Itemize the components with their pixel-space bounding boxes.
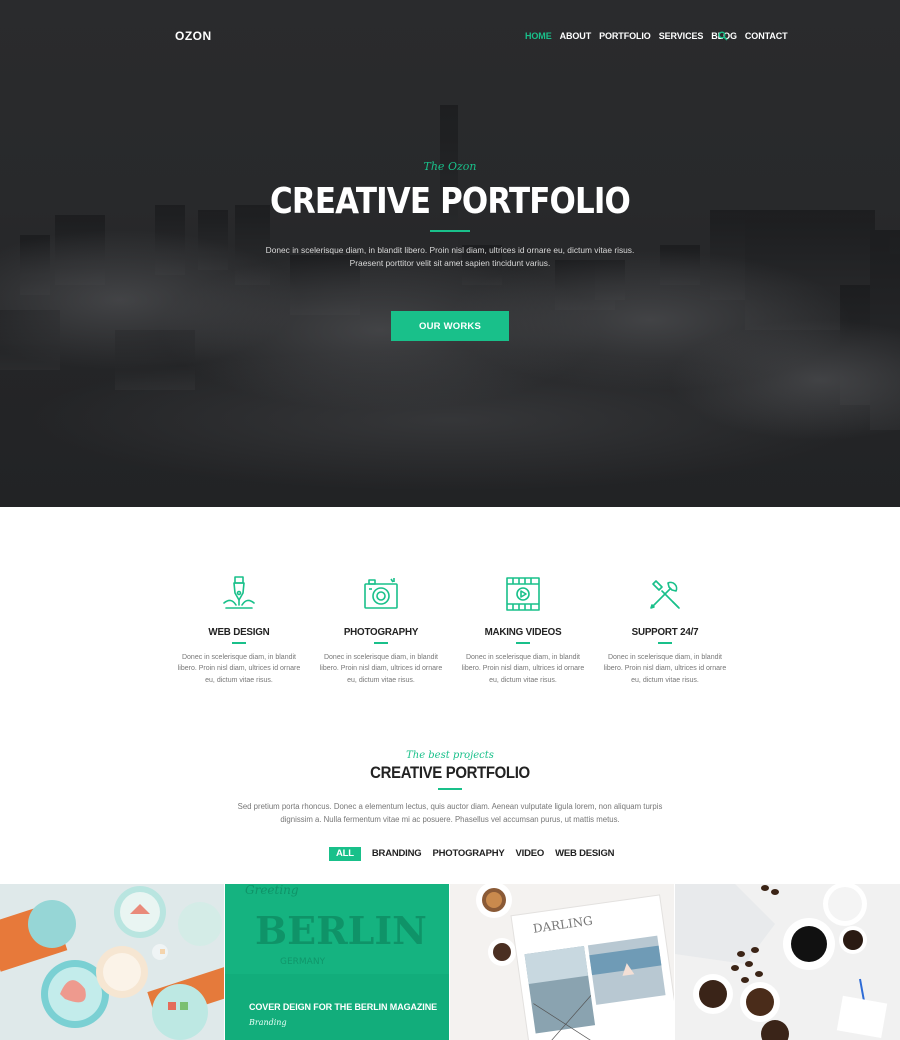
berlin-poster-image: BERLIN GERMANY Greeting [225, 884, 449, 1040]
portfolio-divider [438, 788, 462, 790]
portfolio-gallery: BERLIN GERMANY Greeting COVER DEIGN FOR … [0, 884, 900, 1040]
tools-icon [650, 580, 680, 609]
service-support: SUPPORT 24/7 Donec in scelerisque diam, … [594, 575, 736, 695]
camera-icon [364, 578, 398, 609]
top-navigation-bar: OZON HOME ABOUT PORTFOLIO SERVICES BLOG … [0, 0, 900, 72]
featured-title[interactable]: COVER DEIGN FOR THE BERLIN MAGAZINE [249, 1002, 437, 1012]
portfolio-item-berlin[interactable]: BERLIN GERMANY Greeting COVER DEIGN FOR … [225, 884, 449, 1040]
our-works-button[interactable]: OUR WORKS [391, 311, 509, 341]
filter-all[interactable]: ALL [329, 847, 361, 861]
pen-tool-icon [223, 576, 255, 609]
film-icon [506, 577, 540, 611]
service-web-design: WEB DESIGN Donec in scelerisque diam, in… [168, 575, 310, 695]
service-text: Donec in scelerisque diam, in blandit li… [319, 654, 443, 684]
berlin-text: BERLIN [255, 908, 427, 953]
nav-portfolio[interactable]: PORTFOLIO [599, 31, 651, 41]
portfolio-item-notebook[interactable]: DARLING [450, 884, 674, 1040]
service-title: MAKING VIDEOS [484, 627, 562, 638]
nav-services[interactable]: SERVICES [659, 31, 704, 41]
nav-about[interactable]: ABOUT [560, 31, 592, 41]
services-section: WEB DESIGN Donec in scelerisque diam, in… [168, 575, 738, 695]
logo[interactable]: OZON [175, 29, 212, 43]
portfolio-kicker: The best projects [406, 750, 494, 761]
nav-contact[interactable]: CONTACT [745, 31, 788, 41]
filter-branding[interactable]: BRANDING [372, 847, 422, 861]
service-photography: PHOTOGRAPHY Donec in scelerisque diam, i… [310, 575, 452, 695]
portfolio-header: The best projects CREATIVE PORTFOLIO Sed… [0, 750, 900, 826]
service-text: Donec in scelerisque diam, in blandit li… [603, 654, 727, 684]
hero-divider [430, 230, 470, 232]
service-making-videos: MAKING VIDEOS Donec in scelerisque diam,… [452, 575, 594, 695]
service-text: Donec in scelerisque diam, in blandit li… [461, 654, 585, 684]
hero-title: CREATIVE PORTFOLIO [270, 181, 631, 222]
featured-category: Branding [249, 1018, 287, 1027]
service-divider [516, 642, 530, 644]
service-divider [232, 642, 246, 644]
service-divider [374, 642, 388, 644]
filter-video[interactable]: VIDEO [516, 847, 545, 861]
hero-description: Donec in scelerisque diam, in blandit li… [0, 244, 900, 270]
hero-content: The Ozon CREATIVE PORTFOLIO Donec in sce… [0, 160, 900, 270]
portfolio-item-coffee[interactable] [675, 884, 900, 1040]
service-title: SUPPORT 24/7 [631, 627, 699, 638]
filter-photography[interactable]: PHOTOGRAPHY [432, 847, 504, 861]
hero-section: OZON HOME ABOUT PORTFOLIO SERVICES BLOG … [0, 0, 900, 507]
portfolio-item-badges[interactable] [0, 884, 224, 1040]
portfolio-filters: ALL BRANDING PHOTOGRAPHY VIDEO WEB DESIG… [329, 847, 625, 861]
service-title: PHOTOGRAPHY [343, 627, 419, 638]
service-title: WEB DESIGN [208, 627, 270, 638]
portfolio-title: CREATIVE PORTFOLIO [370, 763, 530, 782]
filter-web-design[interactable]: WEB DESIGN [555, 847, 614, 861]
hero-kicker: The Ozon [423, 160, 477, 173]
portfolio-description: Sed pretium porta rhoncus. Donec a eleme… [0, 800, 900, 826]
main-nav: HOME ABOUT PORTFOLIO SERVICES BLOG CONTA… [525, 31, 796, 41]
search-icon[interactable] [718, 31, 728, 41]
germany-text: GERMANY [280, 957, 326, 967]
hero-text-line-1: Donec in scelerisque diam, in blandit li… [265, 245, 635, 255]
greeting-text: Greeting [245, 884, 299, 897]
notebook-photo-image: DARLING [450, 884, 674, 1040]
service-text: Donec in scelerisque diam, in blandit li… [177, 654, 301, 684]
service-divider [658, 642, 672, 644]
nav-home[interactable]: HOME [525, 31, 552, 41]
hero-text-line-2: Praesent porttitor velit sit amet sapien… [349, 258, 551, 268]
portfolio-text-line-2: dignissim a. Nulla fermentum vitae mi ac… [280, 815, 620, 824]
badges-image [0, 884, 224, 1040]
coffee-photo-image [675, 884, 900, 1040]
portfolio-text-line-1: Sed pretium porta rhoncus. Donec a eleme… [237, 802, 663, 811]
